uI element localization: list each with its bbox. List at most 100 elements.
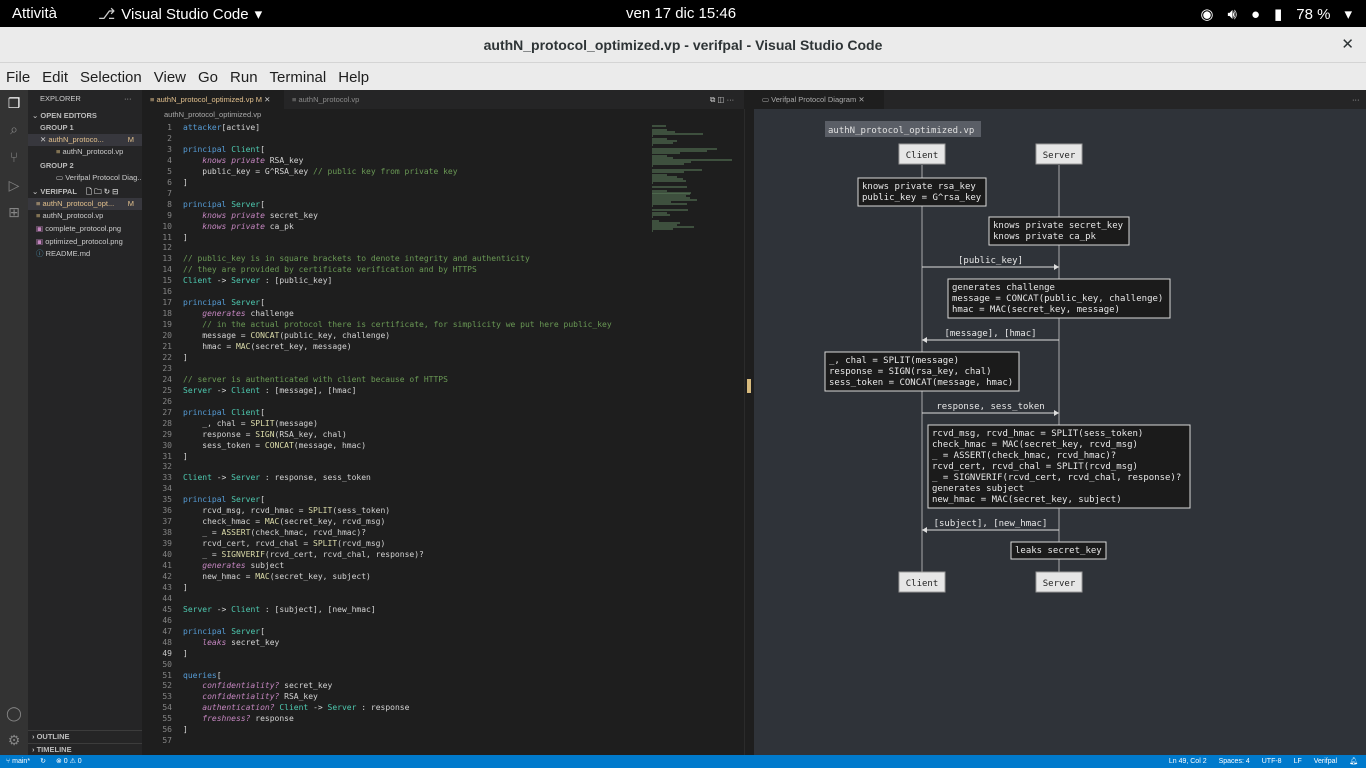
code-line[interactable]: freshness? response (183, 714, 294, 723)
code-line[interactable]: ] (183, 583, 188, 592)
notifications-icon[interactable]: 🔔︎ (1349, 755, 1358, 768)
code-line[interactable]: confidentiality? RSA_key (183, 692, 318, 701)
editor-scrollbar[interactable] (744, 109, 753, 755)
code-line[interactable]: principal Server[ (183, 298, 265, 307)
encoding[interactable]: UTF-8 (1262, 755, 1282, 768)
code-line[interactable]: rcvd_msg, rcvd_hmac = SPLIT(sess_token) (183, 506, 390, 515)
close-icon[interactable]: ✕ (858, 95, 864, 104)
code-line[interactable]: knows private RSA_key (183, 156, 303, 165)
menu-file[interactable]: File (0, 63, 36, 90)
open-editor-item[interactable]: ≡ authN_protocol.vp (28, 146, 142, 158)
code-line[interactable]: _ = SIGNVERIF(rcvd_cert, rcvd_chal, resp… (183, 550, 424, 559)
code-line[interactable]: ] (183, 353, 188, 362)
code-line[interactable]: principal Server[ (183, 627, 265, 636)
extensions-icon[interactable]: ⊞ (5, 204, 23, 222)
code-line[interactable]: // server is authenticated with client b… (183, 375, 448, 384)
file-item[interactable]: ≡ authN_protocol.vp (28, 210, 142, 222)
code-line[interactable]: ] (183, 452, 188, 461)
code-line[interactable]: Client -> Server : [public_key] (183, 276, 332, 285)
code-line[interactable]: queries[ (183, 671, 222, 680)
code-line[interactable]: ] (183, 725, 188, 734)
code-line[interactable]: // public_key is in square brackets to d… (183, 254, 530, 263)
code-line[interactable]: knows private ca_pk (183, 222, 294, 231)
line-number: 49 (162, 648, 172, 658)
code-line[interactable]: principal Client[ (183, 145, 265, 154)
code-line[interactable]: response = SIGN(RSA_key, chal) (183, 430, 347, 439)
activities-button[interactable]: Attività (12, 5, 57, 22)
code-line[interactable]: confidentiality? secret_key (183, 681, 332, 690)
verifpal-folder-section[interactable]: ⌄ VERIFPAL 🗋 🗀 ↻ ⊟ (28, 186, 142, 198)
source-control-icon[interactable]: ⑂ (5, 149, 23, 167)
tab-authn-protocol[interactable]: ≡ authN_protocol.vp (284, 90, 394, 109)
code-line[interactable]: knows private secret_key (183, 211, 318, 220)
code-line[interactable]: // in the actual protocol there is certi… (183, 320, 611, 329)
more-actions-icon[interactable]: ··· (1344, 90, 1364, 109)
menu-run[interactable]: Run (224, 63, 264, 90)
file-item[interactable]: ▣ optimized_protocol.png (28, 236, 142, 248)
code-line[interactable]: principal Client[ (183, 408, 265, 417)
code-line[interactable]: principal Server[ (183, 495, 265, 504)
code-line[interactable]: ] (183, 649, 188, 658)
app-menu[interactable]: ⎇ Visual Studio Code ▾ (98, 5, 262, 24)
code-line[interactable]: new_hmac = MAC(secret_key, subject) (183, 572, 371, 581)
search-icon[interactable]: ⌕ (5, 121, 23, 139)
code-line[interactable]: public_key = G^RSA_key // public key fro… (183, 167, 457, 176)
eol[interactable]: LF (1294, 755, 1302, 768)
code-line[interactable]: // they are provided by certificate veri… (183, 265, 477, 274)
outline-section[interactable]: › OUTLINE (28, 730, 142, 742)
code-line[interactable]: _ = ASSERT(check_hmac, rcvd_hmac)? (183, 528, 366, 537)
close-icon[interactable]: ✕ (264, 95, 270, 104)
code-line[interactable]: Client -> Server : response, sess_token (183, 473, 371, 482)
code-line[interactable]: ] (183, 233, 188, 242)
sync-icon[interactable]: ↻ (40, 755, 46, 768)
code-line[interactable]: principal Server[ (183, 200, 265, 209)
code-line[interactable]: sess_token = CONCAT(message, hmac) (183, 441, 366, 450)
code-line[interactable]: leaks secret_key (183, 638, 279, 647)
open-editor-item[interactable]: ✕ authN_protoco... M (28, 134, 142, 146)
open-editor-item[interactable]: ▭ Verifpal Protocol Diag... (28, 172, 142, 184)
menu-help[interactable]: Help (332, 63, 375, 90)
code-line[interactable]: hmac = MAC(secret_key, message) (183, 342, 351, 351)
breadcrumb[interactable]: authN_protocol_optimized.vp (142, 109, 744, 120)
menu-view[interactable]: View (148, 63, 192, 90)
problems-indicator[interactable]: ⊗ 0 ⚠ 0 (56, 755, 82, 768)
explorer-icon[interactable]: ❐ (5, 95, 23, 113)
menu-go[interactable]: Go (192, 63, 224, 90)
file-item[interactable]: ⓘ README.md (28, 248, 142, 260)
code-line[interactable]: attacker[active] (183, 123, 260, 132)
code-line[interactable]: ] (183, 178, 188, 187)
editor-actions[interactable]: ⧉ ◫ ··· (702, 90, 742, 109)
menu-edit[interactable]: Edit (36, 63, 74, 90)
menu-selection[interactable]: Selection (74, 63, 148, 90)
file-item[interactable]: ▣ complete_protocol.png (28, 223, 142, 235)
tab-authn-protocol-optimized[interactable]: ≡ authN_protocol_optimized.vp M ✕ (142, 90, 284, 109)
code-line[interactable]: _, chal = SPLIT(message) (183, 419, 318, 428)
minimap[interactable] (647, 121, 744, 751)
account-icon[interactable]: ◯ (5, 705, 23, 723)
indentation[interactable]: Spaces: 4 (1219, 755, 1250, 768)
folder-actions[interactable]: 🗋 🗀 ↻ ⊟ (86, 186, 118, 198)
code-line[interactable]: authentication? Client -> Server : respo… (183, 703, 409, 712)
language-mode[interactable]: Verifpal (1314, 755, 1337, 768)
run-debug-icon[interactable]: ▷ (5, 177, 23, 195)
code-editor[interactable]: 1 attacker[active] 2 3 principal Client[4 kn… (142, 121, 647, 751)
file-item[interactable]: ≡ authN_protocol_opt... M (28, 198, 142, 210)
tab-verifpal-diagram[interactable]: ▭ Verifpal Protocol Diagram ✕ (754, 90, 884, 109)
menu-terminal[interactable]: Terminal (264, 63, 333, 90)
code-line[interactable]: check_hmac = MAC(secret_key, rcvd_msg) (183, 517, 385, 526)
code-line[interactable]: Server -> Client : [message], [hmac] (183, 386, 356, 395)
code-line[interactable]: message = CONCAT(public_key, challenge) (183, 331, 390, 340)
more-actions-icon[interactable]: ··· (124, 93, 138, 105)
system-tray[interactable]: ◉ 🔊︎ ● ▮ 78 % ▾ (1200, 5, 1352, 24)
code-line[interactable]: generates challenge (183, 309, 294, 318)
timeline-section[interactable]: › TIMELINE (28, 743, 142, 755)
code-line[interactable]: generates subject (183, 561, 284, 570)
close-window-button[interactable]: ✕ (1341, 35, 1354, 53)
branch-indicator[interactable]: ⑂ main* (6, 755, 30, 768)
cursor-position[interactable]: Ln 49, Col 2 (1169, 755, 1207, 768)
code-line[interactable]: rcvd_cert, rcvd_chal = SPLIT(rcvd_msg) (183, 539, 385, 548)
settings-gear-icon[interactable]: ⚙ (5, 732, 23, 750)
open-editors-section[interactable]: ⌄ OPEN EDITORS (28, 110, 142, 122)
code-line[interactable]: Server -> Client : [subject], [new_hmac] (183, 605, 376, 614)
clock[interactable]: ven 17 dic 15:46 (626, 5, 736, 22)
